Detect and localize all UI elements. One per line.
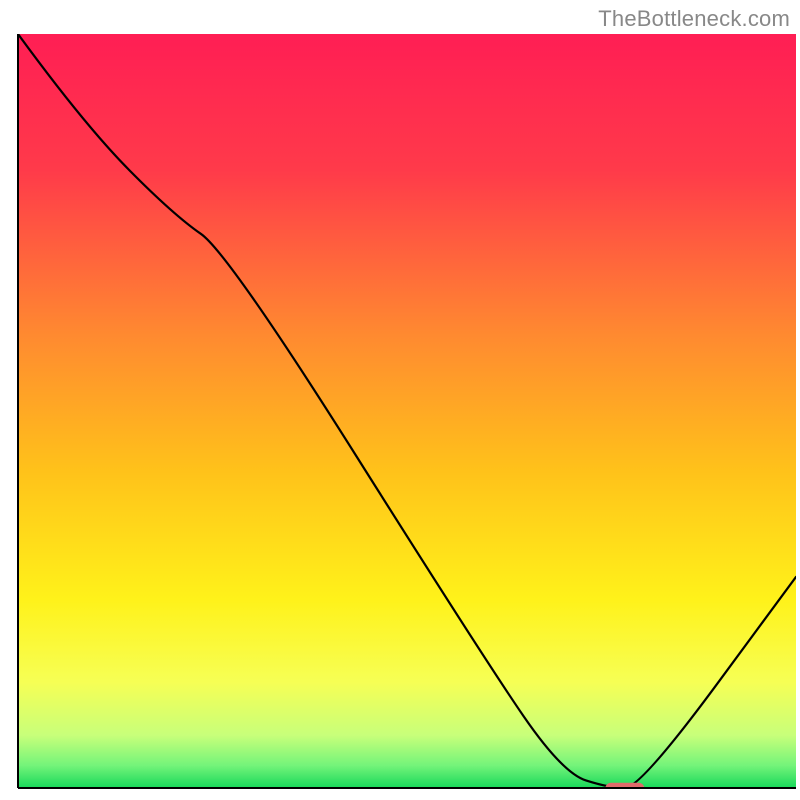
gradient-background xyxy=(18,34,796,788)
watermark-label: TheBottleneck.com xyxy=(598,6,790,32)
chart-container: TheBottleneck.com xyxy=(0,0,800,800)
bottleneck-chart xyxy=(0,0,800,800)
